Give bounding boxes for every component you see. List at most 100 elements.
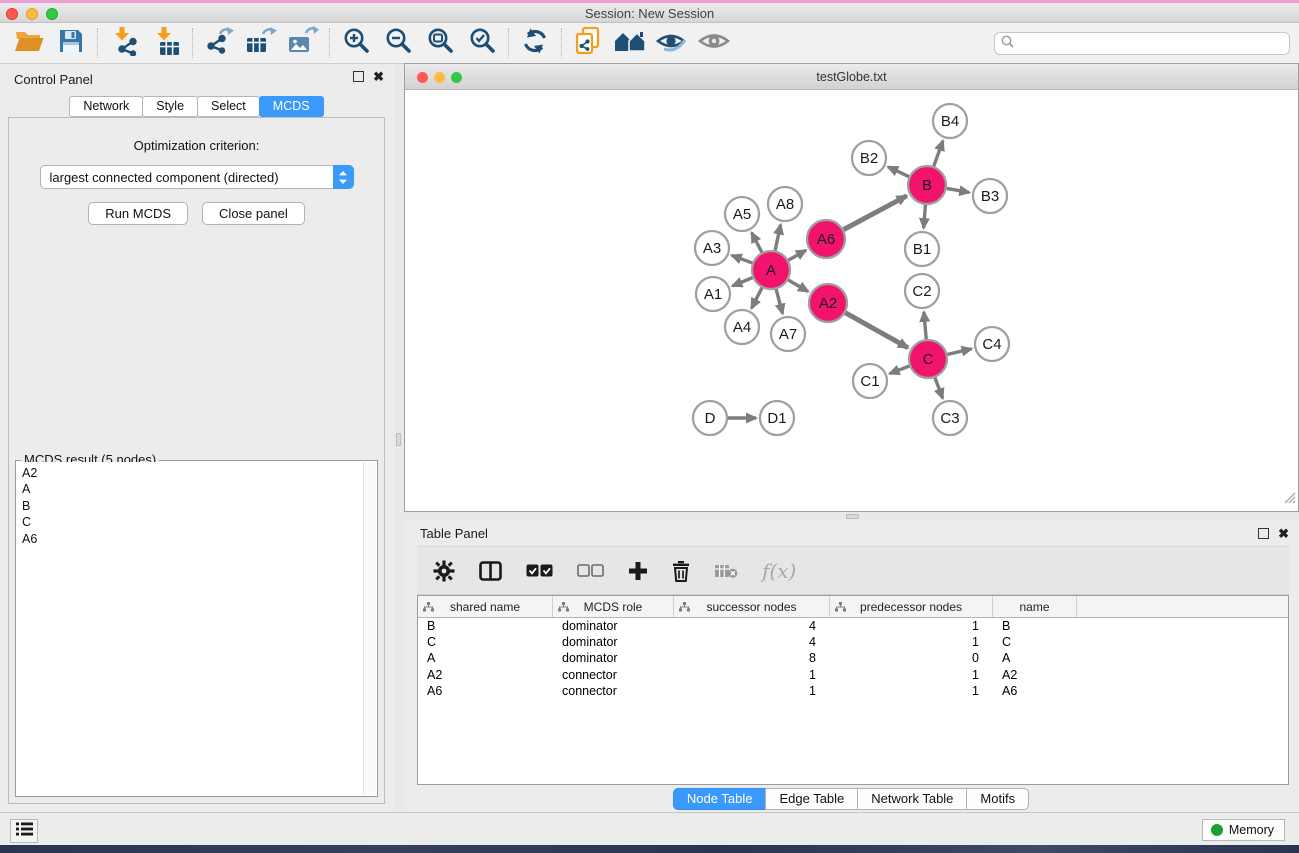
show-all-button[interactable] [693, 26, 735, 60]
tab-network[interactable]: Network [69, 96, 143, 117]
table-cell[interactable]: connector [553, 683, 674, 699]
graph-node-C1[interactable]: C1 [853, 364, 887, 398]
table-cell[interactable]: A6 [418, 683, 553, 699]
table-row[interactable]: A6connector11A6 [418, 683, 1288, 699]
graph-node-D1[interactable]: D1 [760, 401, 794, 435]
mcds-result-item[interactable]: C [22, 514, 363, 530]
graph-node-A4[interactable]: A4 [725, 310, 759, 344]
table-cell[interactable]: 1 [830, 667, 993, 683]
table-cell[interactable]: A [418, 650, 553, 666]
close-panel-icon[interactable]: ✖ [373, 71, 384, 82]
table-cell[interactable]: B [993, 618, 1077, 634]
graph-edge-B-B2[interactable] [888, 167, 911, 178]
table-row[interactable]: Cdominator41C [418, 634, 1288, 650]
network-canvas[interactable]: AA1A2A3A4A5A6A7A8BB1B2B3B4CC1C2C3C4DD1 [405, 90, 1298, 511]
import-table-button[interactable] [145, 26, 187, 60]
import-network-button[interactable] [103, 26, 145, 60]
graph-node-B[interactable]: B [908, 166, 946, 204]
table-row[interactable]: Bdominator41B [418, 618, 1288, 634]
graph-edge-B-B3[interactable] [945, 188, 970, 192]
graph-edge-A-A2[interactable] [787, 279, 809, 291]
mcds-result-item[interactable]: A2 [22, 465, 363, 481]
graph-node-A[interactable]: A [752, 251, 790, 289]
table-cell[interactable]: 1 [674, 683, 830, 699]
table-cell[interactable]: 8 [674, 650, 830, 666]
table-cell[interactable]: dominator [553, 634, 674, 650]
criterion-select[interactable]: largest connected component (directed) [40, 165, 354, 189]
graph-node-A2[interactable]: A2 [809, 284, 847, 322]
clone-network-button[interactable] [567, 26, 609, 60]
deselect-all-columns-button[interactable] [577, 564, 604, 577]
close-panel-button[interactable]: Close panel [202, 202, 305, 225]
column-header-shared-name[interactable]: shared name [418, 596, 553, 617]
graph-node-C2[interactable]: C2 [905, 274, 939, 308]
table-cell[interactable]: C [418, 634, 553, 650]
graph-node-B1[interactable]: B1 [905, 232, 939, 266]
graph-node-A8[interactable]: A8 [768, 187, 802, 221]
graph-node-A5[interactable]: A5 [725, 197, 759, 231]
vertical-divider-handle[interactable] [396, 433, 401, 446]
table-cell[interactable]: 4 [674, 634, 830, 650]
graph-node-A1[interactable]: A1 [696, 277, 730, 311]
graph-node-B2[interactable]: B2 [852, 141, 886, 175]
graph-edge-A-A4[interactable] [752, 286, 763, 308]
task-history-button[interactable] [10, 819, 38, 843]
horizontal-divider-handle[interactable] [846, 514, 859, 519]
table-cell[interactable]: dominator [553, 618, 674, 634]
graph-node-C[interactable]: C [909, 340, 947, 378]
export-network-button[interactable] [198, 26, 240, 60]
delete-table-button[interactable] [714, 563, 738, 579]
table-cell[interactable]: 4 [674, 618, 830, 634]
mcds-result-item[interactable]: A6 [22, 531, 363, 547]
mcds-result-item[interactable]: A [22, 481, 363, 497]
memory-button[interactable]: Memory [1202, 819, 1285, 841]
graph-node-C4[interactable]: C4 [975, 327, 1009, 361]
export-table-button[interactable] [240, 26, 282, 60]
result-list-scrollbar[interactable] [363, 462, 376, 795]
float-panel-icon[interactable] [353, 71, 364, 82]
open-session-button[interactable] [8, 26, 50, 60]
select-all-columns-button[interactable] [526, 564, 553, 577]
float-table-panel-icon[interactable] [1258, 528, 1269, 539]
graph-edge-A-A6[interactable] [787, 250, 806, 261]
graph-node-A3[interactable]: A3 [695, 231, 729, 265]
table-cell[interactable]: 0 [830, 650, 993, 666]
column-header-successor-nodes[interactable]: successor nodes [674, 596, 830, 617]
table-cell[interactable]: 1 [830, 683, 993, 699]
graph-edge-A-A5[interactable] [752, 233, 763, 254]
graph-node-B4[interactable]: B4 [933, 104, 967, 138]
graph-node-D[interactable]: D [693, 401, 727, 435]
export-image-button[interactable] [282, 26, 324, 60]
save-session-button[interactable] [50, 26, 92, 60]
tab-select[interactable]: Select [197, 96, 260, 117]
table-cell[interactable]: 1 [674, 667, 830, 683]
table-cell[interactable]: connector [553, 667, 674, 683]
search-input[interactable] [1019, 37, 1283, 51]
tab-mcds[interactable]: MCDS [259, 96, 324, 117]
graph-node-B3[interactable]: B3 [973, 179, 1007, 213]
mcds-result-item[interactable]: B [22, 498, 363, 514]
table-cell[interactable]: 1 [830, 634, 993, 650]
graph-edge-C-C1[interactable] [890, 365, 912, 373]
hide-selected-button[interactable] [651, 26, 693, 60]
table-cell[interactable]: A [993, 650, 1077, 666]
add-column-button[interactable] [628, 561, 648, 581]
resize-grip-icon[interactable] [1282, 490, 1296, 509]
column-header-name[interactable]: name [993, 596, 1077, 617]
run-mcds-button[interactable]: Run MCDS [88, 202, 188, 225]
delete-column-button[interactable] [672, 560, 690, 582]
zoom-in-button[interactable] [335, 26, 377, 60]
split-view-button[interactable] [479, 561, 502, 581]
tab-network-table[interactable]: Network Table [857, 788, 967, 810]
graph-edge-A-A8[interactable] [775, 225, 781, 253]
table-cell[interactable]: A2 [418, 667, 553, 683]
graph-edge-C-C3[interactable] [934, 376, 942, 398]
table-row[interactable]: A2connector11A2 [418, 667, 1288, 683]
tab-edge-table[interactable]: Edge Table [765, 788, 858, 810]
graph-edge-A-A3[interactable] [732, 255, 754, 263]
tab-style[interactable]: Style [142, 96, 198, 117]
tab-motifs[interactable]: Motifs [966, 788, 1029, 810]
table-cell[interactable]: A6 [993, 683, 1077, 699]
graph-edge-A6-B[interactable] [842, 196, 907, 231]
table-cell[interactable]: A2 [993, 667, 1077, 683]
